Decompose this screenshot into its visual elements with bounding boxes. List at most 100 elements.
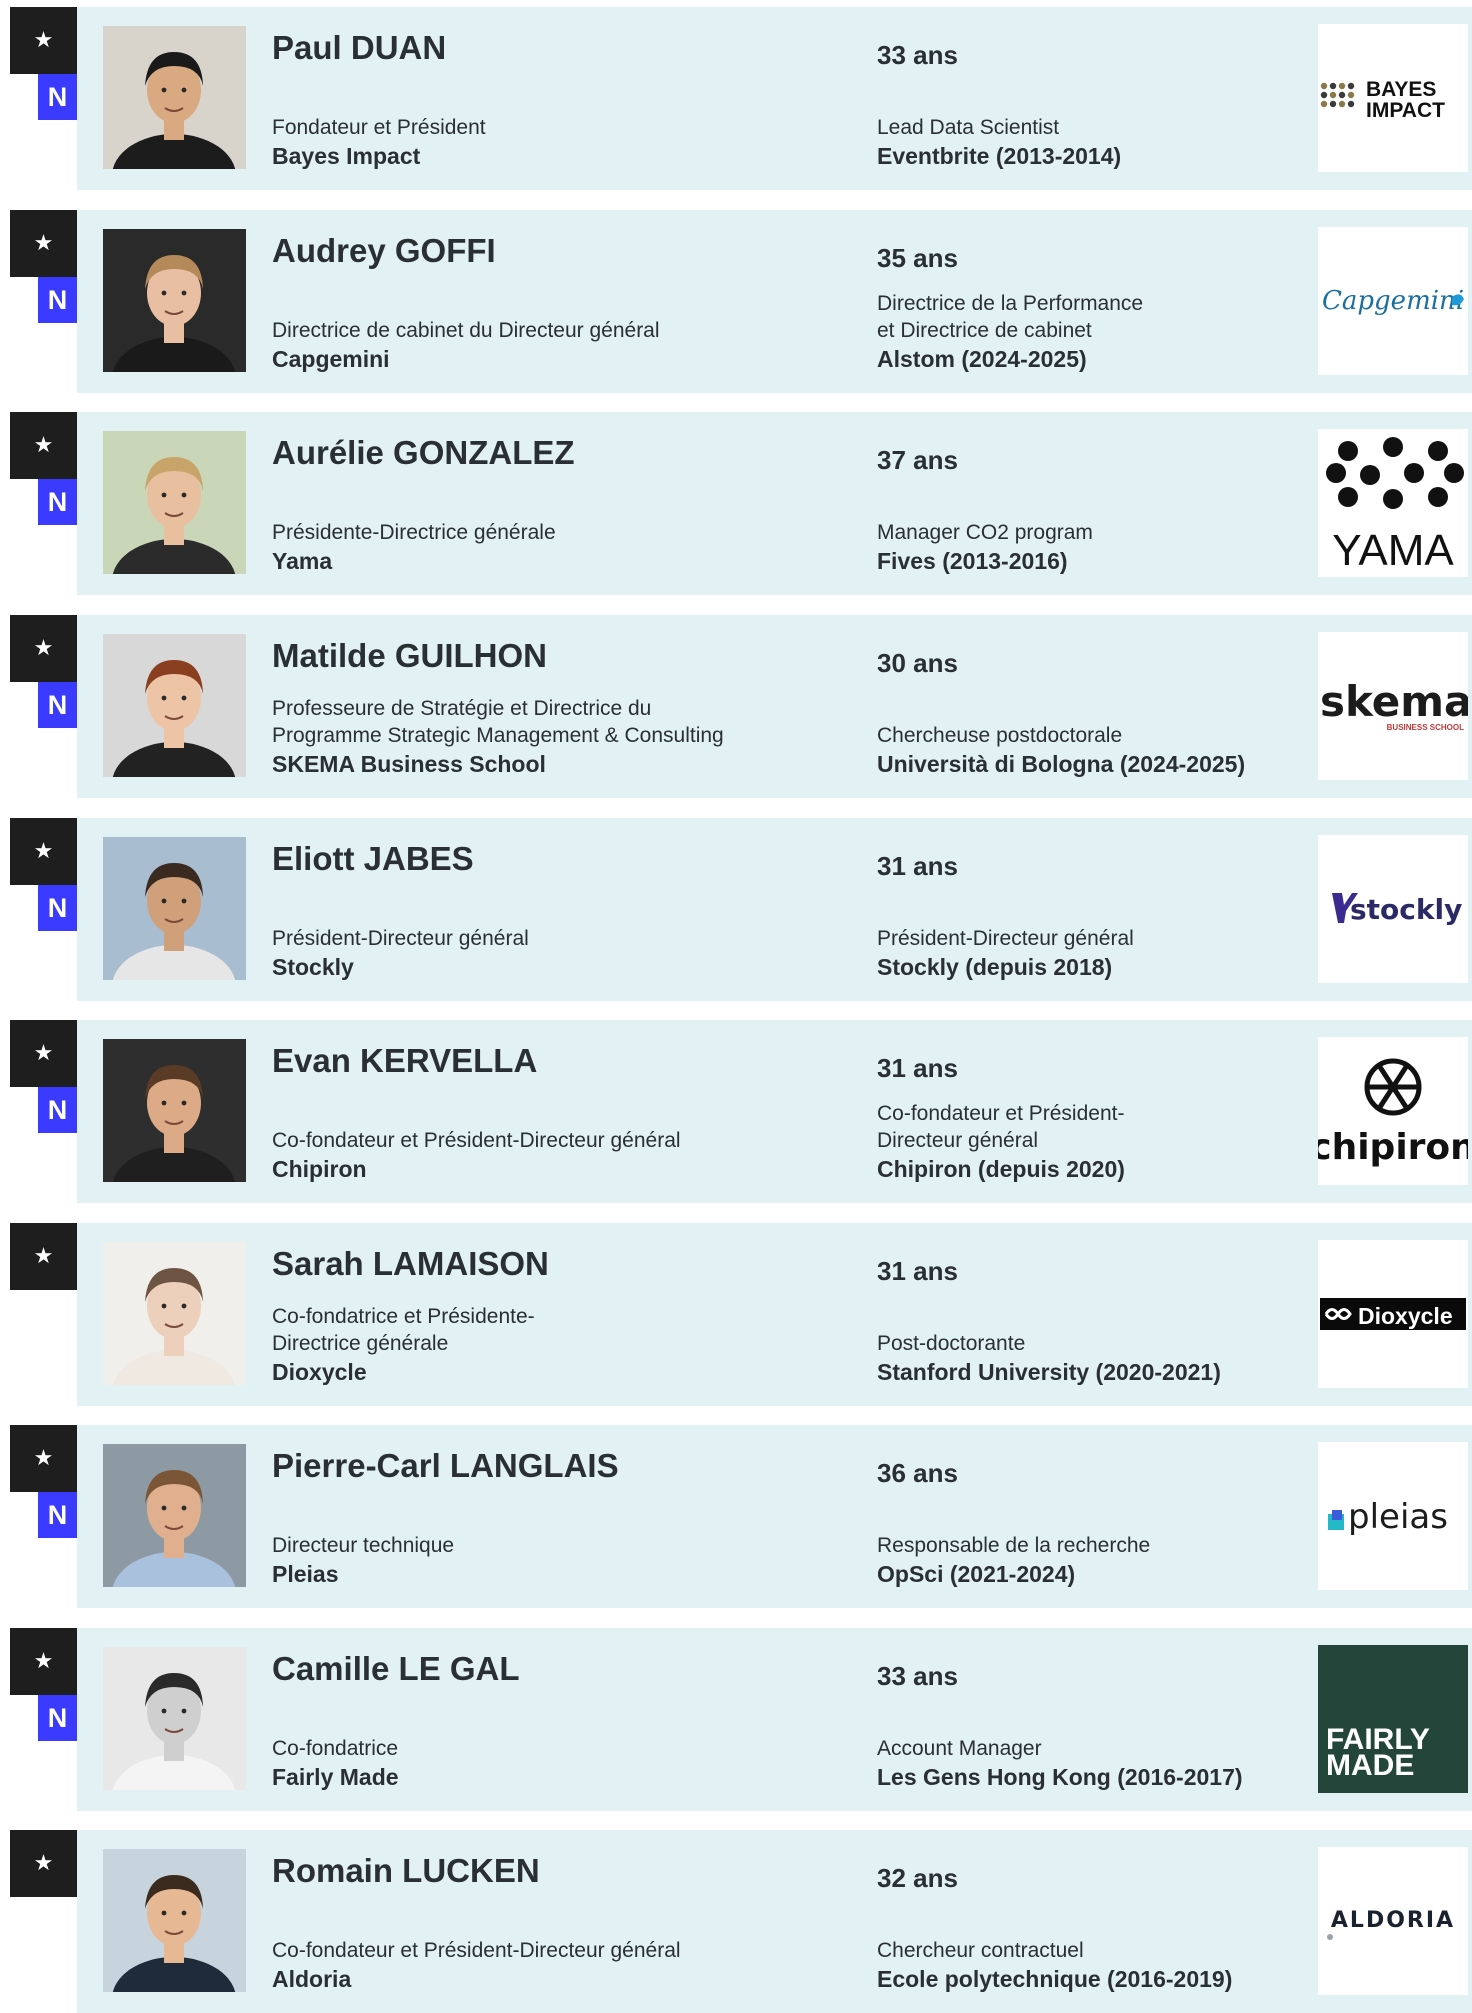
current-company: Pleias <box>272 1561 339 1587</box>
previous-position: Responsable de la recherche OpSci (2021-… <box>877 1532 1297 1590</box>
current-role: Co-fondatrice <box>272 1737 399 1760</box>
previous-company: Alstom (2024-2025) <box>877 346 1087 372</box>
current-company: Yama <box>272 548 333 574</box>
person-name[interactable]: Pierre-Carl LANGLAIS <box>272 1447 619 1485</box>
current-position: Co-fondateur et Président-Directeur géné… <box>272 1937 832 1995</box>
person-name[interactable]: Camille LE GAL <box>272 1650 520 1688</box>
current-role: Présidente-Directrice générale <box>272 521 556 544</box>
star-icon[interactable]: ★ <box>10 818 77 885</box>
current-company: Capgemini <box>272 346 390 372</box>
current-company: SKEMA Business School <box>272 751 546 777</box>
person-age: 32 ans <box>877 1863 958 1893</box>
person-row[interactable]: ★ N Eliott JABES Président-Directeur gén… <box>0 818 1472 1001</box>
company-logo[interactable]: skema BUSINESS SCHOOL <box>1318 632 1468 780</box>
company-logo[interactable]: Capgemini <box>1318 227 1468 375</box>
company-logo[interactable]: FAIRLY MADE <box>1318 1645 1468 1793</box>
previous-role: Responsable de la recherche <box>877 1534 1151 1557</box>
person-row[interactable]: ★ N Audrey GOFFI Directrice de cabinet d… <box>0 210 1472 393</box>
star-icon[interactable]: ★ <box>10 7 77 74</box>
previous-role: Post-doctorante <box>877 1332 1026 1355</box>
person-row[interactable]: ★ N Matilde GUILHON Professeure de Strat… <box>0 615 1472 798</box>
current-position: Directrice de cabinet du Directeur génér… <box>272 317 832 375</box>
current-role: Président-Directeur général <box>272 927 529 950</box>
previous-role: Lead Data Scientist <box>877 116 1060 139</box>
person-row[interactable]: ★ Sarah LAMAISON Co-fondatrice et Présid… <box>0 1223 1472 1406</box>
person-row[interactable]: ★ N Paul DUAN Fondateur et Président Bay… <box>0 7 1472 190</box>
current-company: Fairly Made <box>272 1764 399 1790</box>
current-company: Stockly <box>272 954 354 980</box>
current-position: Directeur technique Pleias <box>272 1532 832 1590</box>
avatar <box>103 26 246 169</box>
new-badge: N <box>38 1492 77 1538</box>
previous-role: Manager CO2 program <box>877 521 1093 544</box>
previous-company: Fives (2013-2016) <box>877 548 1068 574</box>
svg-text:Capgemini: Capgemini <box>1322 286 1464 316</box>
person-age: 36 ans <box>877 1458 958 1488</box>
svg-text:chipiron: chipiron <box>1318 1127 1468 1168</box>
star-icon[interactable]: ★ <box>10 1223 77 1290</box>
previous-position: Lead Data Scientist Eventbrite (2013-201… <box>877 114 1297 172</box>
avatar <box>103 1039 246 1182</box>
company-logo[interactable]: ALDORIA <box>1318 1847 1468 1995</box>
avatar <box>103 634 246 777</box>
company-logo[interactable]: stockly <box>1318 835 1468 983</box>
previous-position: Co-fondateur et Président- Directeur gén… <box>877 1100 1297 1185</box>
previous-position: Account Manager Les Gens Hong Kong (2016… <box>877 1735 1297 1793</box>
current-position: Président-Directeur général Stockly <box>272 925 832 983</box>
current-role: Co-fondateur et Président-Directeur géné… <box>272 1129 681 1152</box>
person-name[interactable]: Eliott JABES <box>272 840 474 878</box>
person-row[interactable]: ★ N Evan KERVELLA Co-fondateur et Présid… <box>0 1020 1472 1203</box>
person-age: 31 ans <box>877 851 958 881</box>
star-icon[interactable]: ★ <box>10 412 77 479</box>
person-row[interactable]: ★ N Camille LE GAL Co-fondatrice Fairly … <box>0 1628 1472 1811</box>
avatar <box>103 1849 246 1992</box>
previous-position: Post-doctorante Stanford University (202… <box>877 1330 1297 1388</box>
person-name[interactable]: Paul DUAN <box>272 29 446 67</box>
new-badge: N <box>38 277 77 323</box>
previous-position: Chercheuse postdoctorale Università di B… <box>877 722 1297 780</box>
previous-company: Les Gens Hong Kong (2016-2017) <box>877 1764 1243 1790</box>
person-age: 31 ans <box>877 1256 958 1286</box>
person-name[interactable]: Audrey GOFFI <box>272 232 496 270</box>
current-company: Aldoria <box>272 1966 352 1992</box>
star-icon[interactable]: ★ <box>10 1020 77 1087</box>
previous-role: Co-fondateur et Président- Directeur gén… <box>877 1102 1125 1152</box>
current-position: Co-fondatrice et Présidente- Directrice … <box>272 1303 832 1388</box>
svg-text:ALDORIA: ALDORIA <box>1331 1908 1455 1933</box>
person-name[interactable]: Sarah LAMAISON <box>272 1245 549 1283</box>
new-badge: N <box>38 1087 77 1133</box>
person-name[interactable]: Aurélie GONZALEZ <box>272 434 575 472</box>
person-age: 33 ans <box>877 40 958 70</box>
company-logo[interactable]: Dioxycle <box>1318 1240 1468 1388</box>
person-row[interactable]: ★ N Pierre-Carl LANGLAIS Directeur techn… <box>0 1425 1472 1608</box>
svg-text:skema: skema <box>1320 677 1468 726</box>
person-name[interactable]: Romain LUCKEN <box>272 1852 540 1890</box>
star-icon[interactable]: ★ <box>10 1425 77 1492</box>
previous-position: Président-Directeur général Stockly (dep… <box>877 925 1297 983</box>
previous-company: Stanford University (2020-2021) <box>877 1359 1221 1385</box>
person-row[interactable]: ★ N Aurélie GONZALEZ Présidente-Directri… <box>0 412 1472 595</box>
current-position: Présidente-Directrice générale Yama <box>272 519 832 577</box>
star-icon[interactable]: ★ <box>10 1628 77 1695</box>
svg-text:pleias: pleias <box>1348 1497 1448 1537</box>
star-icon[interactable]: ★ <box>10 210 77 277</box>
previous-company: Eventbrite (2013-2014) <box>877 143 1122 169</box>
company-logo[interactable]: YAMA <box>1318 429 1468 577</box>
person-row[interactable]: ★ Romain LUCKEN Co-fondateur et Présiden… <box>0 1830 1472 2013</box>
previous-position: Chercheur contractuel Ecole polytechniqu… <box>877 1937 1297 1995</box>
star-icon[interactable]: ★ <box>10 1830 77 1897</box>
star-icon[interactable]: ★ <box>10 615 77 682</box>
svg-text:BUSINESS SCHOOL: BUSINESS SCHOOL <box>1387 723 1464 732</box>
company-logo[interactable]: BAYES IMPACT <box>1318 24 1468 172</box>
person-age: 31 ans <box>877 1053 958 1083</box>
company-logo[interactable]: chipiron <box>1318 1037 1468 1185</box>
avatar <box>103 1647 246 1790</box>
avatar <box>103 1444 246 1587</box>
person-name[interactable]: Evan KERVELLA <box>272 1042 537 1080</box>
logo-text: BAYES <box>1366 78 1436 101</box>
company-logo[interactable]: pleias <box>1318 1442 1468 1590</box>
previous-position: Manager CO2 program Fives (2013-2016) <box>877 519 1297 577</box>
current-company: Bayes Impact <box>272 143 421 169</box>
avatar <box>103 1242 246 1385</box>
person-name[interactable]: Matilde GUILHON <box>272 637 547 675</box>
